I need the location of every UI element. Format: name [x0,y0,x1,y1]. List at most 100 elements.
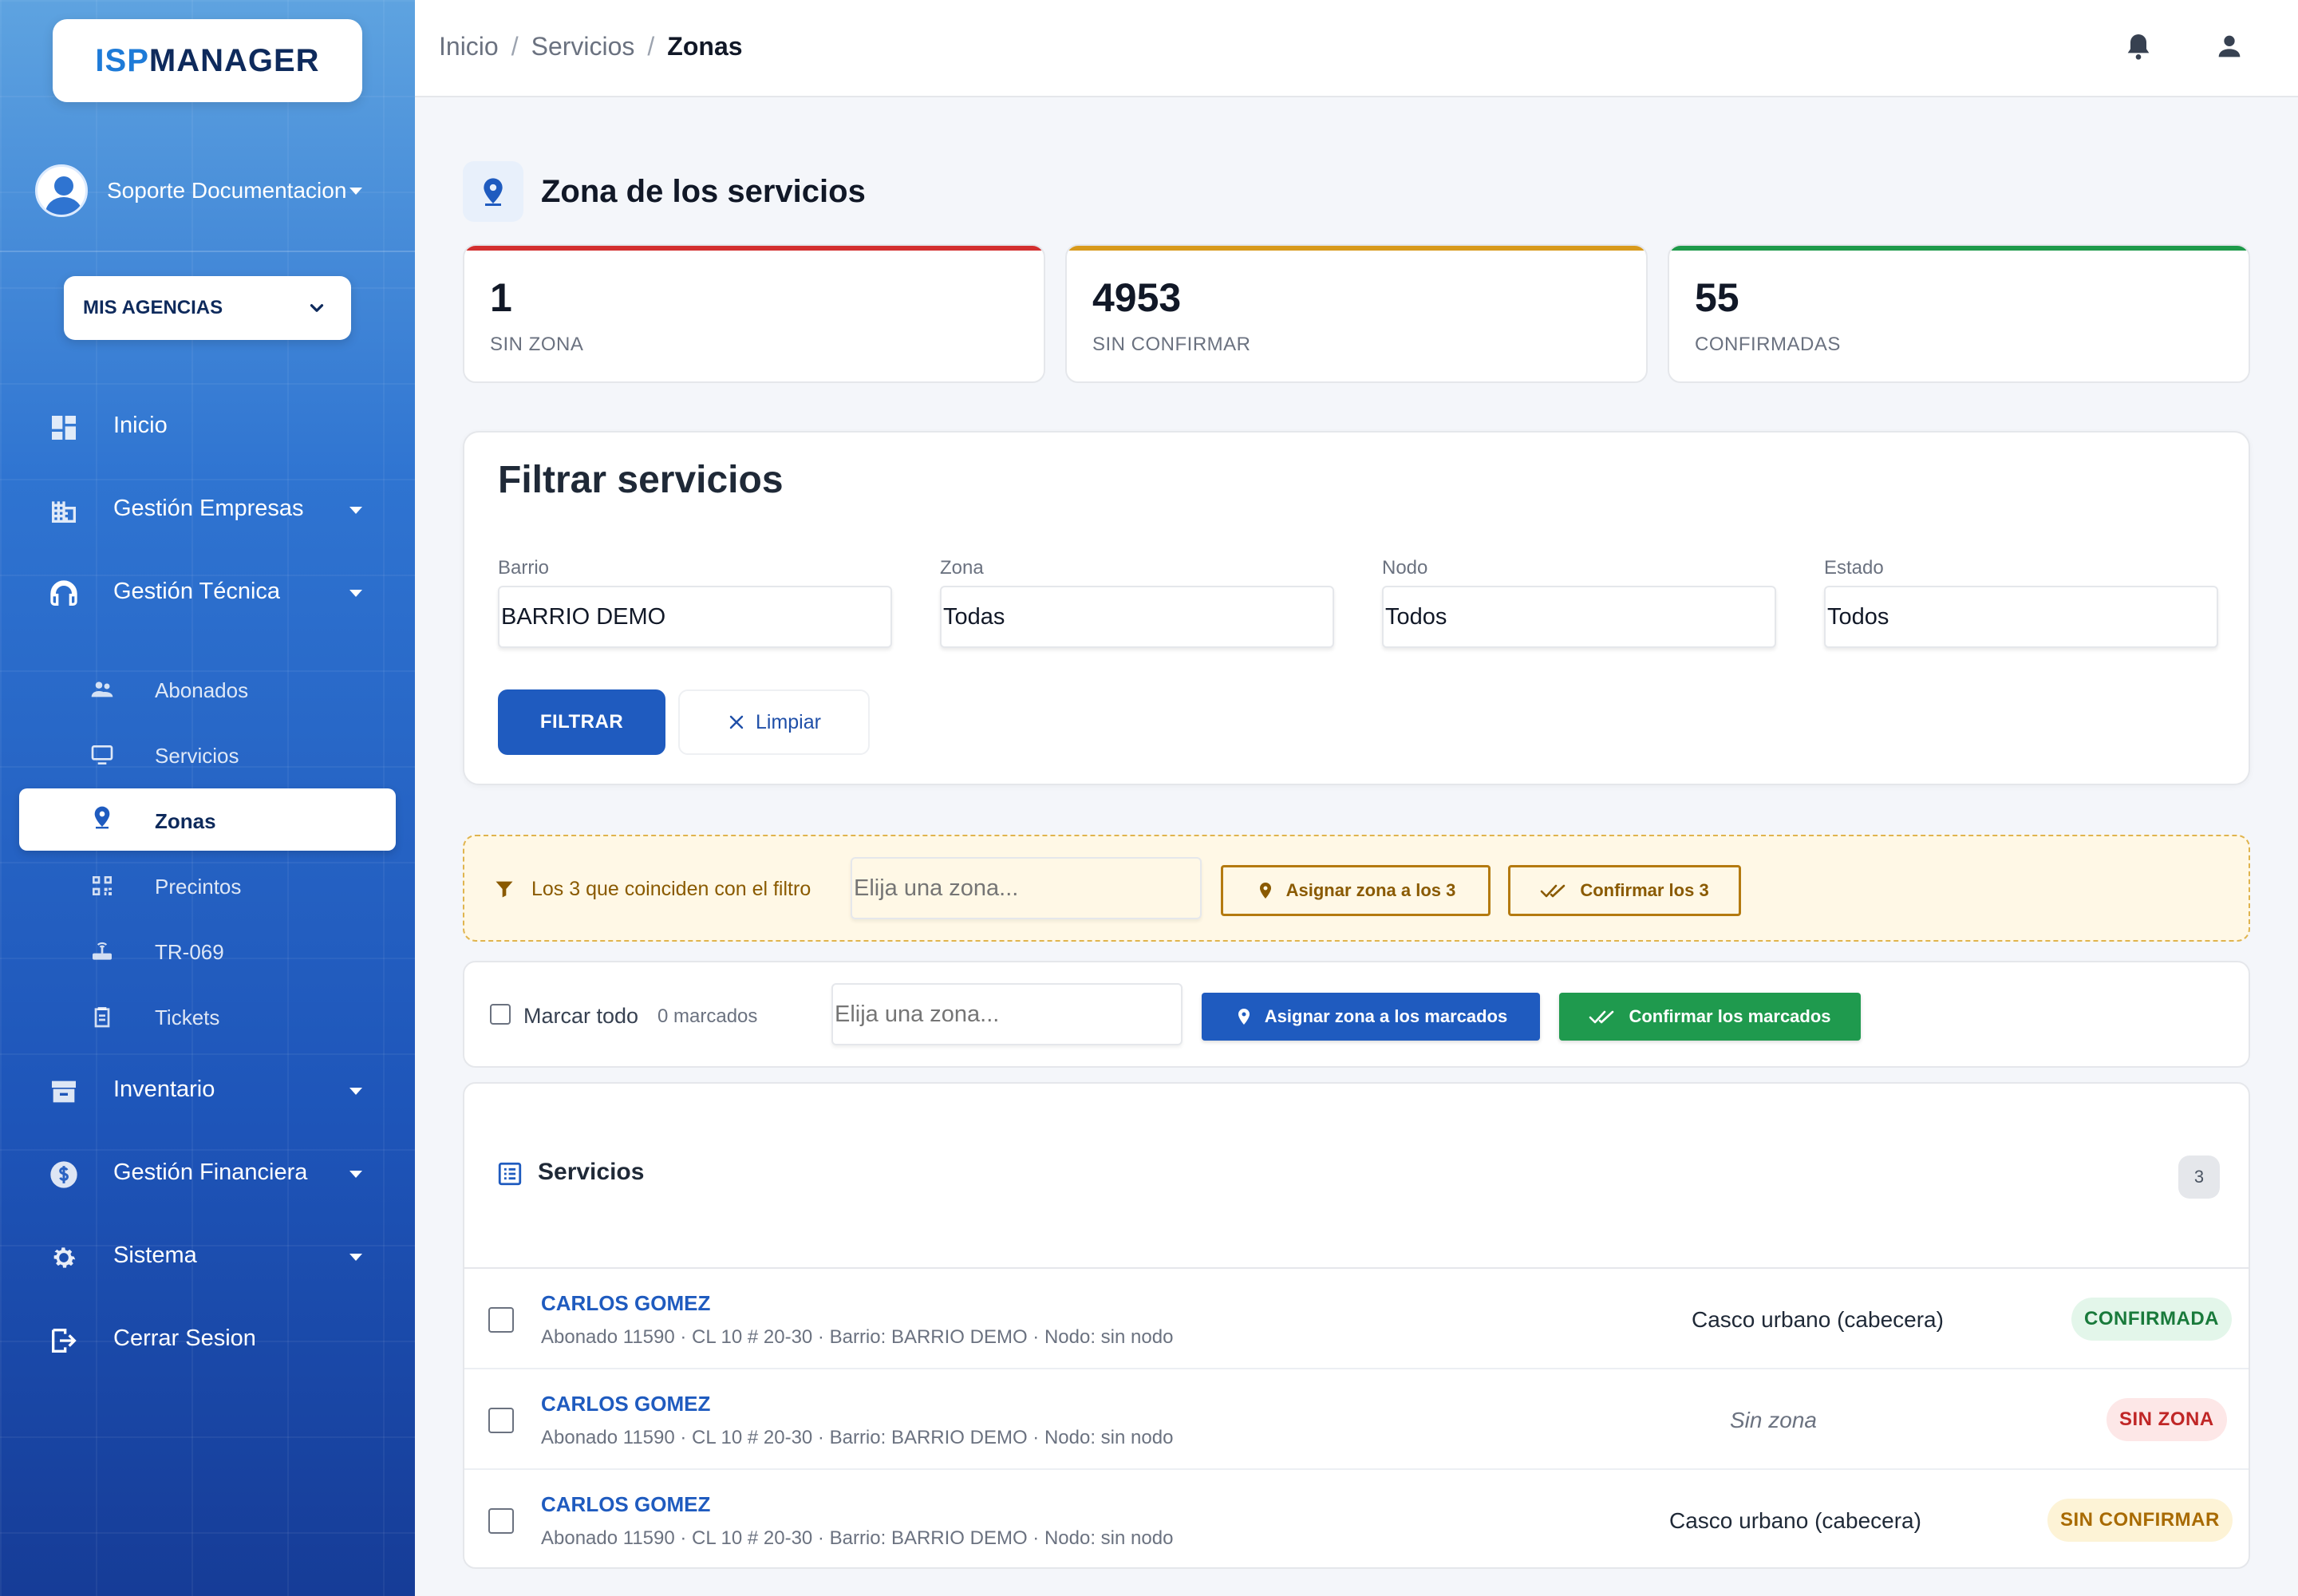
clear-filter-label: Limpiar [756,710,821,733]
nav-label: TR-069 [155,940,224,964]
row-client-name[interactable]: CARLOS GOMEZ [541,1291,710,1316]
user-menu[interactable]: Soporte Documentacion [35,163,378,219]
location-pin-icon [1238,1009,1250,1025]
nav-label: Gestión Financiera [113,1159,308,1185]
confirm-filter-button[interactable]: Confirmar los 3 [1508,865,1741,916]
bulk-mark-zone-select[interactable] [831,983,1183,1045]
stat-label: SIN ZONA [490,334,584,355]
filter-title: Filtrar servicios [498,459,784,501]
brand-logo[interactable]: ISP MANAGER [53,19,362,102]
double-check-icon [1589,1010,1614,1024]
nodo-select[interactable] [1382,586,1776,648]
chevron-down-icon [310,304,324,312]
row-checkbox[interactable] [488,1408,514,1433]
sub-item-servicios[interactable]: Servicios [0,731,415,779]
table-row[interactable]: CARLOS GOMEZ Abonado 11590 · CL 10 # 20-… [464,1371,2249,1470]
sidebar: ISP MANAGER Soporte Documentacion MIS AG… [0,0,415,1596]
gear-icon [53,1247,76,1268]
sub-item-tr069[interactable]: TR-069 [0,927,415,975]
sub-item-precintos[interactable]: Precintos [0,862,415,910]
filter-icon [496,881,513,898]
estado-select[interactable] [1824,586,2218,648]
breadcrumb-servicios[interactable]: Servicios [531,32,635,61]
location-pin-icon [94,806,110,829]
stat-card-sin-confirmar[interactable]: 4953 SIN CONFIRMAR [1065,244,1648,383]
stat-value: 4953 [1092,275,1182,320]
clear-filter-button[interactable]: Limpiar [678,689,870,755]
table-row[interactable]: CARLOS GOMEZ Abonado 11590 · CL 10 # 20-… [464,1472,2249,1567]
barrio-label: Barrio [498,557,550,579]
nav-item-gestion-empresas[interactable]: Gestión Empresas [0,482,415,538]
nav-item-gestion-tecnica[interactable]: Gestión Técnica [0,565,415,621]
caret-down-icon [349,1254,362,1261]
status-badge: CONFIRMADA [2071,1298,2232,1341]
nav-item-inicio[interactable]: Inicio [0,399,415,455]
nav-label: Gestión Empresas [113,496,304,521]
bulk-filter-zone-select[interactable] [851,857,1202,919]
confirm-marked-button[interactable]: Confirmar los marcados [1559,993,1861,1041]
nav-label: Servicios [155,744,239,768]
bulk-filter-actions: Los 3 que coinciden con el filtro Asigna… [463,835,2250,942]
services-list-header: Servicios 3 [464,1084,2249,1269]
marked-count: 0 marcados [657,1005,758,1027]
agency-select[interactable]: MIS AGENCIAS [64,276,351,340]
nav-label: Gestión Técnica [113,579,281,604]
row-client-name[interactable]: CARLOS GOMEZ [541,1492,710,1517]
zona-select[interactable] [940,586,1334,648]
row-checkbox[interactable] [488,1508,514,1534]
row-zone: Sin zona [1730,1408,1817,1432]
row-checkbox[interactable] [488,1307,514,1333]
assign-zone-filter-button[interactable]: Asignar zona a los 3 [1221,865,1491,916]
stat-card-confirmadas[interactable]: 55 CONFIRMADAS [1668,244,2250,383]
assign-zone-marked-button[interactable]: Asignar zona a los marcados [1202,993,1540,1041]
nav-item-gestion-financiera[interactable]: Gestión Financiera [0,1146,415,1202]
caret-down-icon [349,590,362,597]
headset-icon [50,580,77,606]
bulk-mark-actions: Marcar todo 0 marcados Asignar zona a lo… [463,961,2250,1068]
breadcrumb-separator: / [511,32,519,61]
confirm-marked-label: Confirmar los marcados [1629,1006,1831,1026]
barrio-input[interactable] [498,586,892,648]
row-details: Abonado 11590 · CL 10 # 20-30 · Barrio: … [541,1326,1174,1348]
building-icon [52,501,76,523]
nav-item-cerrar-sesion[interactable]: Cerrar Sesion [0,1312,415,1368]
filter-match-text: Los 3 que coinciden con el filtro [531,878,811,900]
nav-label: Cerrar Sesion [113,1325,256,1351]
logo-manager-text: MANAGER [148,42,320,78]
caret-down-icon [349,1088,362,1095]
sub-item-abonados[interactable]: Abonados [0,666,415,713]
dashboard-icon [52,416,76,440]
nodo-label: Nodo [1382,557,1428,579]
table-row[interactable]: CARLOS GOMEZ Abonado 11590 · CL 10 # 20-… [464,1270,2249,1369]
sub-item-zonas[interactable]: Zonas [19,788,396,851]
zona-field-group: Zona [940,557,1334,648]
assign-zone-filter-label: Asignar zona a los 3 [1285,880,1456,900]
row-client-name[interactable]: CARLOS GOMEZ [541,1392,710,1416]
page-title: Zona de los servicios [541,173,866,209]
user-icon[interactable] [2213,30,2245,62]
logout-icon [52,1329,77,1353]
bell-icon[interactable] [2122,30,2154,62]
breadcrumb: Inicio / Servicios / Zonas [439,32,743,61]
sub-item-tickets[interactable]: Tickets [0,993,415,1041]
row-details: Abonado 11590 · CL 10 # 20-30 · Barrio: … [541,1427,1174,1448]
monitor-icon [91,745,113,764]
barrio-field-group: Barrio [498,557,892,648]
location-pin-icon [484,178,503,206]
router-icon [93,942,112,960]
stat-label: CONFIRMADAS [1695,334,1841,355]
nav-item-inventario[interactable]: Inventario [0,1063,415,1119]
stat-value: 55 [1695,275,1739,320]
mark-all-checkbox[interactable] [490,1004,511,1025]
nav-label: Precintos [155,875,242,899]
qr-code-icon [93,876,112,895]
nav-label: Zonas [155,809,216,833]
mark-all-label[interactable]: Marcar todo [523,1004,638,1029]
nav-item-sistema[interactable]: Sistema [0,1229,415,1285]
breadcrumb-home[interactable]: Inicio [439,32,499,61]
location-pin-icon [1259,883,1271,899]
filter-button[interactable]: FILTRAR [498,689,665,755]
row-zone: Casco urbano (cabecera) [1669,1508,1921,1533]
nav-label: Abonados [155,678,249,702]
stat-card-sin-zona[interactable]: 1 SIN ZONA [463,244,1045,383]
